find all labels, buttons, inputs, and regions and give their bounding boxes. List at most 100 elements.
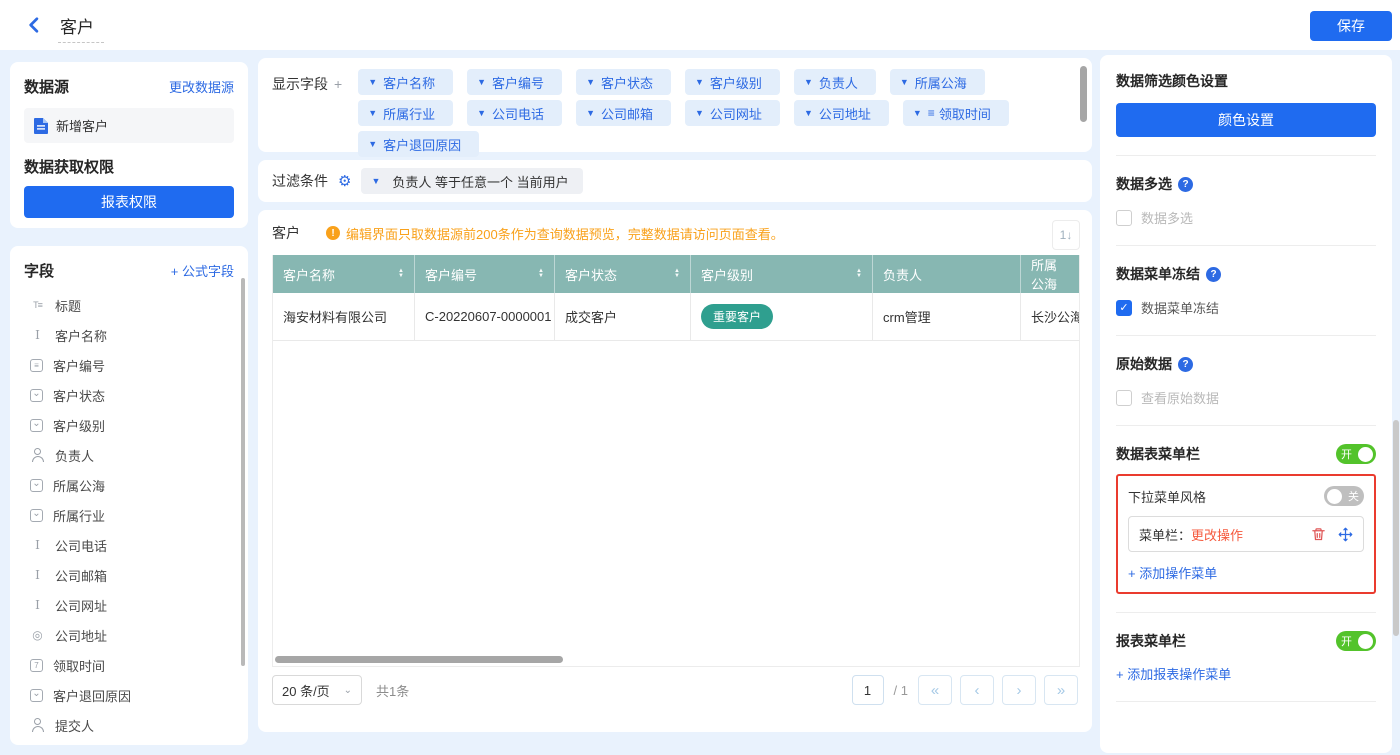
horizontal-scrollbar[interactable] (275, 656, 563, 663)
checkbox-checked[interactable]: ✓ (1116, 300, 1132, 316)
column-header[interactable]: 客户状态▲▼ (555, 255, 691, 293)
current-page-box[interactable]: 1 (852, 675, 884, 705)
field-item[interactable]: 公司邮箱 (24, 560, 234, 590)
gear-icon[interactable]: ⚙ (338, 172, 351, 190)
sort-icon[interactable]: ▲▼ (390, 269, 404, 279)
display-fields-scrollbar[interactable] (1080, 66, 1087, 122)
move-icon[interactable] (1338, 527, 1353, 542)
menu-bar-value[interactable]: 更改操作 (1191, 525, 1243, 544)
checkbox-unchecked[interactable] (1116, 210, 1132, 226)
sort-icon[interactable]: ▲▼ (848, 269, 862, 279)
field-item[interactable]: 提交人 (24, 710, 234, 740)
sort-icon[interactable]: ▲▼ (666, 269, 680, 279)
raw-data-checkbox-row[interactable]: 查看原始数据 (1116, 388, 1376, 407)
select-icon (30, 509, 43, 522)
field-label: 提交人 (55, 716, 94, 735)
display-field-chip[interactable]: ▼客户退回原因 (358, 131, 479, 157)
last-page-button[interactable]: » (1044, 675, 1078, 705)
report-permission-button[interactable]: 报表权限 (24, 186, 234, 218)
column-header[interactable]: 客户级别▲▼ (691, 255, 873, 293)
menu-freeze-checkbox-row[interactable]: ✓数据菜单冻结 (1116, 298, 1376, 317)
color-settings-button[interactable]: 颜色设置 (1116, 103, 1376, 137)
field-item[interactable]: 所属行业 (24, 500, 234, 530)
field-label: 领取时间 (53, 656, 105, 675)
display-fields-panel: 显示字段+ ▼客户名称 ▼客户编号 ▼客户状态 ▼客户级别 ▼负责人 ▼所属公海… (258, 58, 1092, 152)
multi-select-checkbox-row[interactable]: 数据多选 (1116, 208, 1376, 227)
column-header[interactable]: 负责人 (873, 255, 1021, 293)
display-field-chip[interactable]: ▼负责人 (794, 69, 876, 95)
display-field-chip[interactable]: ▼≡领取时间 (903, 100, 1009, 126)
display-field-chip[interactable]: ▼客户级别 (685, 69, 780, 95)
display-field-chip[interactable]: ▼所属公海 (890, 69, 985, 95)
window-scrollbar[interactable] (1393, 420, 1399, 636)
dropdown-style-toggle-off[interactable]: 关 (1324, 486, 1364, 506)
select-icon (30, 479, 43, 492)
add-display-field-button[interactable]: + (334, 76, 342, 92)
table-menu-toggle-on[interactable]: 开 (1336, 444, 1376, 464)
field-item[interactable]: 客户状态 (24, 380, 234, 410)
field-item[interactable]: 客户级别 (24, 410, 234, 440)
column-header[interactable]: 客户编号▲▼ (415, 255, 555, 293)
field-label: 所属行业 (53, 506, 105, 525)
trash-icon[interactable] (1311, 527, 1326, 542)
field-item[interactable]: 领取时间 (24, 650, 234, 680)
prev-page-button[interactable]: ‹ (960, 675, 994, 705)
toggle-label: 关 (1346, 488, 1361, 504)
add-action-menu-link[interactable]: + 添加操作菜单 (1128, 563, 1364, 582)
menu-bar-prefix: 菜单栏： (1139, 525, 1191, 544)
column-header[interactable]: 所属公海 (1021, 255, 1079, 293)
help-icon[interactable]: ? (1178, 357, 1193, 372)
filter-condition-chip[interactable]: ▼负责人 等于任意一个 当前用户 (361, 168, 582, 194)
filter-label: 过滤条件 (272, 171, 328, 191)
preview-title: 客户 (272, 223, 300, 243)
field-item[interactable]: 客户退回原因 (24, 680, 234, 710)
display-field-chip[interactable]: ▼所属行业 (358, 100, 453, 126)
report-menu-toggle-on[interactable]: 开 (1336, 631, 1376, 651)
back-button[interactable] (24, 15, 44, 35)
cell-customer-status: 成交客户 (555, 293, 691, 340)
display-field-chip[interactable]: ▼公司邮箱 (576, 100, 671, 126)
datasource-item[interactable]: 新增客户 (24, 108, 234, 143)
chevron-left-icon (24, 15, 44, 35)
page-total-label: / 1 (894, 683, 908, 698)
page-title[interactable]: 客户 (58, 13, 104, 43)
sort-order-button[interactable]: 1↓ (1052, 220, 1080, 250)
fields-title: 字段 (24, 260, 54, 281)
help-icon[interactable]: ? (1178, 177, 1193, 192)
field-item[interactable]: 客户编号 (24, 350, 234, 380)
table-row[interactable]: 海安材料有限公司 C-20220607-0000001 成交客户 重要客户 cr… (273, 293, 1079, 341)
toggle-knob (1358, 447, 1373, 462)
display-field-chip[interactable]: ▼公司网址 (685, 100, 780, 126)
field-item[interactable]: 标题 (24, 290, 234, 320)
page-size-select[interactable]: 20 条/页⌄ (272, 675, 362, 705)
checkbox-unchecked[interactable] (1116, 390, 1132, 406)
field-item[interactable]: 负责人 (24, 440, 234, 470)
sort-icon[interactable]: ▲▼ (530, 269, 544, 279)
field-item[interactable]: 公司电话 (24, 530, 234, 560)
status-badge: 重要客户 (701, 304, 773, 329)
add-formula-field-link[interactable]: + 公式字段 (171, 261, 234, 280)
field-item[interactable]: 所属公海 (24, 470, 234, 500)
change-datasource-link[interactable]: 更改数据源 (169, 77, 234, 96)
help-icon[interactable]: ? (1206, 267, 1221, 282)
display-field-chip[interactable]: ▼客户状态 (576, 69, 671, 95)
first-page-button[interactable]: « (918, 675, 952, 705)
field-item[interactable]: 公司网址 (24, 590, 234, 620)
user-icon (30, 448, 45, 463)
column-header[interactable]: 客户名称▲▼ (273, 255, 415, 293)
field-item[interactable]: 客户名称 (24, 320, 234, 350)
divider (1116, 701, 1376, 702)
field-label: 客户级别 (53, 416, 105, 435)
fields-scrollbar[interactable] (241, 278, 245, 666)
divider (1116, 155, 1376, 156)
display-field-chip[interactable]: ▼客户名称 (358, 69, 453, 95)
display-field-chip[interactable]: ▼客户编号 (467, 69, 562, 95)
next-page-button[interactable]: › (1002, 675, 1036, 705)
display-field-chip[interactable]: ▼公司电话 (467, 100, 562, 126)
permission-title: 数据获取权限 (24, 156, 234, 177)
add-report-action-menu-link[interactable]: + 添加报表操作菜单 (1116, 664, 1376, 683)
save-button[interactable]: 保存 (1310, 11, 1392, 41)
display-field-chip[interactable]: ▼公司地址 (794, 100, 889, 126)
dropdown-style-highlight-box: 下拉菜单风格 关 菜单栏： 更改操作 + 添加操作菜单 (1116, 474, 1376, 594)
field-item[interactable]: 公司地址 (24, 620, 234, 650)
